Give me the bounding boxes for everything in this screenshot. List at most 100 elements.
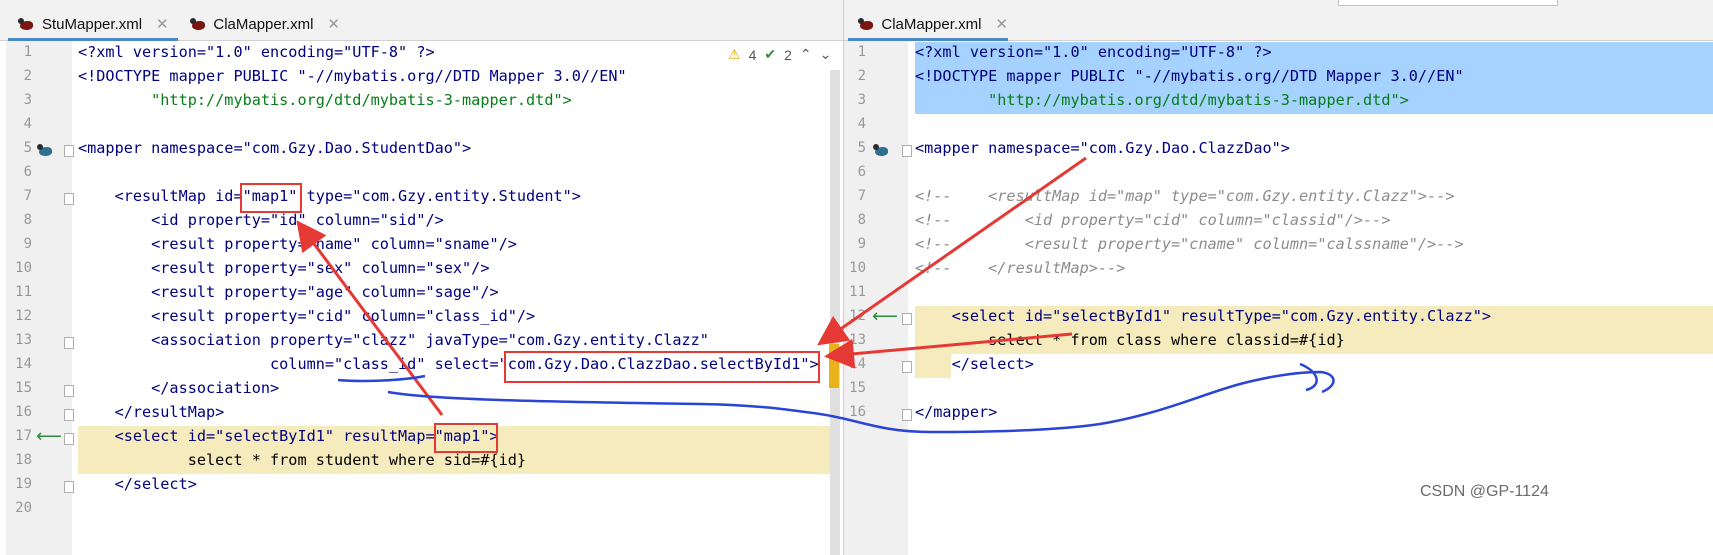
fold-marker[interactable] bbox=[64, 481, 74, 493]
chevron-down-icon[interactable]: ⌄ bbox=[820, 46, 832, 63]
line-number: 4 bbox=[23, 116, 32, 132]
line-number: 8 bbox=[857, 212, 866, 228]
line-number: 5 bbox=[23, 140, 32, 156]
line-number: 11 bbox=[849, 284, 866, 300]
code-line: </select> bbox=[915, 355, 1034, 373]
line-number: 12 bbox=[849, 308, 866, 324]
code-line: <!-- <id property="cid" column="classid"… bbox=[915, 211, 1391, 229]
fold-marker[interactable] bbox=[64, 385, 74, 397]
line-number: 6 bbox=[857, 164, 866, 180]
line-number: 16 bbox=[849, 404, 866, 420]
line-number: 10 bbox=[849, 260, 866, 276]
line-number: 9 bbox=[23, 236, 32, 252]
close-icon[interactable]: ✕ bbox=[327, 15, 340, 33]
code-line: <mapper namespace="com.Gzy.Dao.ClazzDao"… bbox=[915, 139, 1290, 157]
tab-label: StuMapper.xml bbox=[42, 15, 143, 33]
blue-arrowhead-scribble bbox=[1299, 362, 1318, 392]
navigate-back-arrow-icon[interactable]: ⟵ bbox=[36, 426, 62, 447]
line-number: 9 bbox=[857, 236, 866, 252]
fold-marker[interactable] bbox=[902, 361, 912, 373]
mybatis-bird-icon[interactable] bbox=[873, 143, 891, 157]
code-line: <!-- </resultMap>--> bbox=[915, 259, 1126, 277]
line-number: 1 bbox=[857, 44, 866, 60]
tab-stumapper[interactable]: StuMapper.xml ✕ bbox=[8, 8, 178, 41]
line-number: 7 bbox=[23, 188, 32, 204]
code-line: <result property="cid" column="class_id"… bbox=[78, 307, 536, 325]
fold-marker[interactable] bbox=[64, 193, 74, 205]
code-line: </resultMap> bbox=[78, 403, 225, 421]
code-line: </select> bbox=[78, 475, 197, 493]
annotation-box-map1-select bbox=[434, 423, 498, 453]
line-number: 17 bbox=[15, 428, 32, 444]
tab-clamapper-right[interactable]: ClaMapper.xml ✕ bbox=[848, 8, 1008, 41]
window-top-strip bbox=[0, 0, 1713, 8]
line-number: 1 bbox=[23, 44, 32, 60]
line-number: 5 bbox=[857, 140, 866, 156]
code-line: <result property="sex" column="sex"/> bbox=[78, 259, 490, 277]
warning-icon: ⚠ bbox=[728, 46, 741, 62]
line-number: 3 bbox=[23, 92, 32, 108]
code-line: </mapper> bbox=[915, 403, 998, 421]
code-line: <!-- <result property="cname" column="ca… bbox=[915, 235, 1464, 253]
code-line: <?xml version="1.0" encoding="UTF-8" ?> bbox=[78, 43, 435, 61]
code-line: <!-- <resultMap id="map" type="com.Gzy.e… bbox=[915, 187, 1455, 205]
left-tab-bar: StuMapper.xml ✕ ClaMapper.xml ✕ bbox=[0, 8, 843, 41]
code-line: <result property="age" column="sage"/> bbox=[78, 283, 499, 301]
right-tab-bar: ClaMapper.xml ✕ bbox=[844, 8, 1713, 41]
line-number: 14 bbox=[849, 356, 866, 372]
line-number: 3 bbox=[857, 92, 866, 108]
line-number: 6 bbox=[23, 164, 32, 180]
fold-marker[interactable] bbox=[902, 409, 912, 421]
line-number: 18 bbox=[15, 452, 32, 468]
xml-file-icon bbox=[858, 17, 875, 31]
line-number: 2 bbox=[23, 68, 32, 84]
line-number: 7 bbox=[857, 188, 866, 204]
line-number: 13 bbox=[849, 332, 866, 348]
close-icon[interactable]: ✕ bbox=[156, 15, 169, 33]
line-number: 11 bbox=[15, 284, 32, 300]
line-number: 2 bbox=[857, 68, 866, 84]
code-line: select * from student where sid=#{id} bbox=[78, 451, 527, 469]
fold-marker[interactable] bbox=[64, 433, 74, 445]
fold-marker[interactable] bbox=[64, 409, 74, 421]
tab-clamapper[interactable]: ClaMapper.xml ✕ bbox=[180, 8, 340, 40]
mybatis-bird-icon[interactable] bbox=[37, 143, 55, 157]
line-number: 15 bbox=[849, 380, 866, 396]
line-number: 12 bbox=[15, 308, 32, 324]
navigate-back-arrow-icon[interactable]: ⟵ bbox=[872, 306, 898, 327]
search-field-edge[interactable] bbox=[1338, 0, 1558, 6]
code-line: <!DOCTYPE mapper PUBLIC "-//mybatis.org/… bbox=[78, 67, 627, 85]
line-number: 10 bbox=[15, 260, 32, 276]
tab-label: ClaMapper.xml bbox=[213, 15, 314, 33]
fold-marker[interactable] bbox=[902, 313, 912, 325]
inspection-widget[interactable]: ⚠ 4 ✔ 2 ⌃ ⌄ bbox=[728, 46, 831, 63]
fold-marker[interactable] bbox=[64, 145, 74, 157]
code-line: <id property="id" column="sid"/> bbox=[78, 211, 444, 229]
warning-count: 4 bbox=[748, 46, 757, 63]
line-number: 20 bbox=[15, 500, 32, 516]
code-line: <result property="name" column="sname"/> bbox=[78, 235, 517, 253]
check-count: 2 bbox=[784, 46, 792, 63]
code-line: "http://mybatis.org/dtd/mybatis-3-mapper… bbox=[915, 91, 1409, 109]
check-icon: ✔ bbox=[764, 46, 777, 62]
close-icon[interactable]: ✕ bbox=[995, 15, 1008, 33]
code-line: </association> bbox=[78, 379, 280, 397]
code-line: select * from class where classid=#{id} bbox=[915, 331, 1345, 349]
code-line: <?xml version="1.0" encoding="UTF-8" ?> bbox=[915, 43, 1272, 61]
code-line: <association property="clazz" javaType="… bbox=[78, 331, 709, 349]
fold-marker[interactable] bbox=[64, 337, 74, 349]
line-number: 19 bbox=[15, 476, 32, 492]
tab-label: ClaMapper.xml bbox=[881, 15, 982, 33]
annotation-box-map1-resultmap bbox=[240, 183, 302, 213]
code-line: <select id="selectById1" resultType="com… bbox=[915, 307, 1492, 325]
line-number: 15 bbox=[15, 380, 32, 396]
code-line: <mapper namespace="com.Gzy.Dao.StudentDa… bbox=[78, 139, 472, 157]
chevron-up-icon[interactable]: ⌃ bbox=[800, 46, 812, 63]
line-number: 16 bbox=[15, 404, 32, 420]
annotation-box-select-target bbox=[504, 351, 820, 383]
xml-file-icon bbox=[190, 17, 207, 31]
code-line: <resultMap id="map1" type="com.Gzy.entit… bbox=[78, 187, 581, 205]
code-line: "http://mybatis.org/dtd/mybatis-3-mapper… bbox=[78, 91, 572, 109]
xml-file-icon bbox=[18, 17, 36, 31]
fold-marker[interactable] bbox=[902, 145, 912, 157]
